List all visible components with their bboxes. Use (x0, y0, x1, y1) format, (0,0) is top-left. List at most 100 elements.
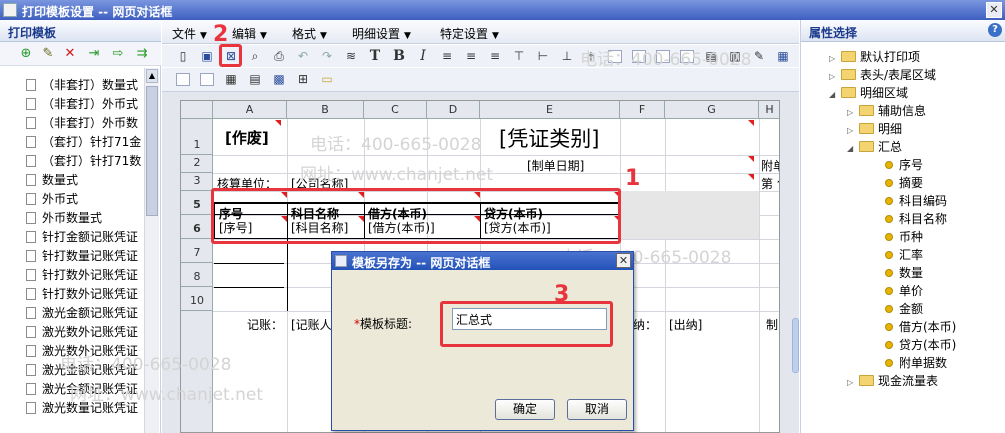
template-item[interactable]: 针打数外记账凭证 (26, 285, 138, 303)
cell-void[interactable]: [作废] (225, 127, 269, 148)
edit-template-icon[interactable]: ✎ (40, 46, 56, 62)
tree-field[interactable]: 币种 (885, 228, 923, 246)
template-item[interactable]: （套打）针打71金 (26, 133, 141, 151)
redo-icon[interactable]: ↷ (318, 47, 336, 65)
copy-template-icon[interactable]: ⇉ (134, 46, 150, 62)
menu-format[interactable]: 格式 ▼ (292, 25, 327, 42)
template-item[interactable]: 激光数外记账凭证 (26, 323, 138, 341)
wrap-text-icon[interactable]: ⫛ (582, 47, 600, 65)
menu-edit[interactable]: 编辑 ▼ (232, 25, 267, 42)
export-page-icon[interactable]: ▥ (726, 47, 744, 65)
tree-field[interactable]: 附单据数 (885, 354, 947, 372)
save-icon[interactable]: ▣ (198, 47, 216, 65)
export-template-icon[interactable]: ⇨ (110, 46, 126, 62)
tree-field[interactable]: 数量 (885, 264, 923, 282)
collapse-icon[interactable]: ◢ (847, 140, 856, 158)
row-header[interactable]: 1 (181, 119, 213, 155)
column-header[interactable]: C (364, 101, 427, 119)
cell-voucher-type[interactable]: [凭证类别] (499, 123, 599, 153)
expand-icon[interactable]: ▷ (847, 374, 856, 392)
template-item[interactable]: 激光数量记账凭证 (26, 399, 138, 417)
column-header[interactable]: G (665, 101, 759, 119)
cell-cashier[interactable]: [出纳] (669, 316, 702, 333)
tree-field[interactable]: 贷方(本币) (885, 336, 956, 354)
tree-node-summary[interactable]: ◢ 汇总 (847, 138, 902, 156)
align-center-icon[interactable]: ≡ (462, 47, 480, 65)
cell-cashier-label[interactable]: 纳： (633, 316, 657, 333)
split-cells-icon[interactable] (656, 50, 670, 63)
template-item[interactable]: 激光数外记账凭证 (26, 342, 138, 360)
template-item[interactable]: 激光金额记账凭证 (26, 304, 138, 322)
tree-field[interactable]: 科目编码 (885, 192, 947, 210)
valign-top-icon[interactable]: ⊤ (510, 47, 528, 65)
template-item[interactable]: 激光金额记账凭证 (26, 380, 138, 398)
help-icon[interactable]: ? (988, 23, 1002, 37)
delete-template-icon[interactable]: ✕ (62, 46, 78, 62)
border-icon[interactable] (608, 50, 622, 63)
scrollbar-thumb[interactable] (146, 86, 158, 216)
page-icon[interactable]: ▤ (702, 47, 720, 65)
format-brush-icon[interactable]: ≋ (342, 47, 360, 65)
row-header[interactable]: 6 (181, 215, 213, 239)
column-header[interactable]: H (759, 101, 779, 119)
template-item[interactable]: 针打数外记账凭证 (26, 266, 138, 284)
undo-icon[interactable]: ↶ (294, 47, 312, 65)
template-item[interactable]: （套打）针打71数 (26, 152, 141, 170)
row-header[interactable]: 2 (181, 155, 213, 173)
template-item[interactable]: （非套打）外币数 (26, 114, 138, 132)
grid-icon[interactable]: ▦ (222, 70, 240, 88)
italic-icon[interactable]: I (414, 47, 432, 65)
template-item[interactable]: 数量式 (26, 171, 78, 189)
valign-middle-icon[interactable]: ⊢ (534, 47, 552, 65)
tree-node-aux-info[interactable]: ▷ 辅助信息 (847, 102, 926, 120)
template-list-scrollbar[interactable]: ▲ (144, 68, 159, 433)
bold-icon[interactable]: B (390, 47, 408, 65)
row-header[interactable]: 5 (181, 191, 213, 215)
image-icon[interactable]: ▩ (270, 70, 288, 88)
layout-icon[interactable]: ▤ (246, 70, 264, 88)
column-header[interactable]: A (213, 101, 287, 119)
cancel-button[interactable]: 取消 (567, 399, 627, 420)
template-item[interactable]: （非套打）数量式 (26, 76, 138, 94)
page-setup-icon[interactable]: ⎙ (270, 47, 288, 65)
new-file-icon[interactable]: ▯ (174, 47, 192, 65)
column-header[interactable]: D (427, 101, 480, 119)
tree-node-header-footer[interactable]: ▷ 表头/表尾区域 (829, 66, 936, 84)
column-header[interactable]: B (287, 101, 364, 119)
ok-button[interactable]: 确定 (495, 399, 555, 420)
template-item[interactable]: 外币式 (26, 190, 78, 208)
cell-bookkeeper[interactable]: [记账人 (291, 316, 332, 333)
column-header[interactable]: F (620, 101, 665, 119)
font-icon[interactable]: T (366, 47, 384, 65)
window-close-button[interactable]: ✕ (986, 2, 1002, 18)
tree-field[interactable]: 序号 (885, 156, 923, 174)
menu-detail-settings[interactable]: 明细设置 ▼ (352, 25, 411, 42)
cell-make-date[interactable]: [制单日期] (527, 157, 584, 174)
tree-node-cash-flow[interactable]: ▷ 现金流量表 (847, 372, 938, 390)
tree-field[interactable]: 汇率 (885, 246, 923, 264)
template-item[interactable]: 外币数量式 (26, 209, 102, 227)
tree-field[interactable]: 摘要 (885, 174, 923, 192)
tree-node-detail[interactable]: ▷ 明细 (847, 120, 902, 138)
insert-row-icon[interactable] (680, 50, 694, 63)
cell-trail[interactable]: 制 (766, 316, 778, 333)
template-item[interactable]: 激光金额记账凭证 (26, 361, 138, 379)
merge-cells-icon[interactable] (632, 50, 646, 63)
new-template-icon[interactable]: ⊕ (18, 46, 34, 62)
row-header[interactable]: 8 (181, 263, 213, 287)
dialog-close-button[interactable]: ✕ (616, 253, 631, 268)
menu-file[interactable]: 文件 ▼ (172, 25, 207, 42)
row-header[interactable]: 7 (181, 239, 213, 263)
cell-attach[interactable]: 附单 (761, 157, 779, 174)
template-item[interactable]: 针打金额记账凭证 (26, 228, 138, 246)
print-preview-icon[interactable]: ⌕ (246, 47, 264, 65)
import-template-icon[interactable]: ⇥ (86, 46, 102, 62)
template-item[interactable]: 针打数量记账凭证 (26, 247, 138, 265)
right-splitter-handle[interactable] (792, 318, 799, 373)
collapse-icon[interactable]: ◢ (829, 86, 838, 104)
scroll-up-arrow-icon[interactable]: ▲ (146, 69, 158, 83)
insert-column-icon[interactable] (176, 73, 190, 86)
delete-column-icon[interactable] (200, 73, 214, 86)
row-header[interactable]: 3 (181, 173, 213, 191)
row-header[interactable]: 10 (181, 287, 213, 311)
